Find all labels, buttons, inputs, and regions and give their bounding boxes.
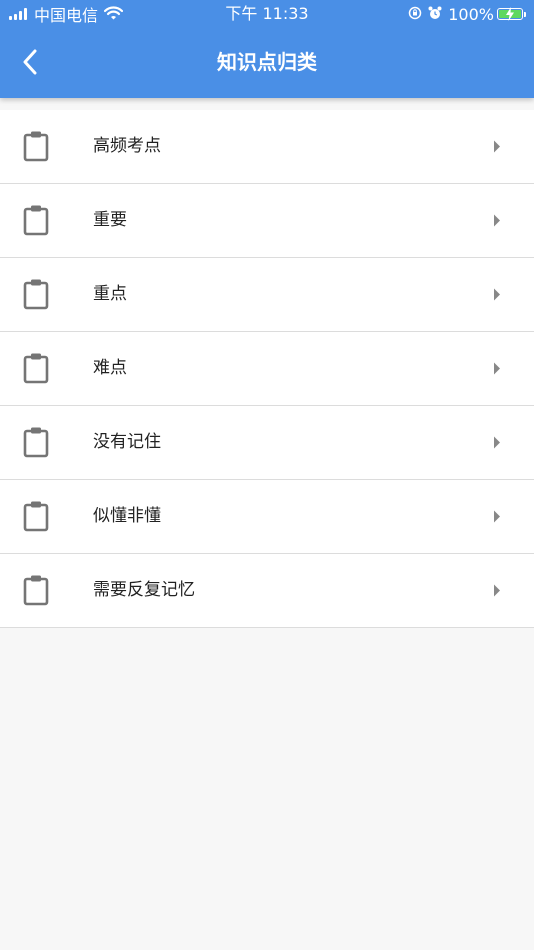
- clipboard-icon: [23, 205, 49, 236]
- list-item-7[interactable]: 需要反复记忆: [0, 554, 534, 628]
- alarm-icon: [428, 5, 442, 24]
- list-item-label: 似懂非懂: [93, 506, 161, 526]
- list-item-label: 难点: [93, 358, 127, 378]
- chevron-right-icon: [494, 214, 500, 227]
- list-item-6[interactable]: 似懂非懂: [0, 480, 534, 554]
- clipboard-icon: [23, 279, 49, 310]
- list-item-3[interactable]: 重点: [0, 258, 534, 332]
- list-item-5[interactable]: 没有记住: [0, 406, 534, 480]
- list-item-label: 没有记住: [93, 432, 161, 452]
- list-item-label: 重要: [93, 210, 127, 230]
- chevron-right-icon: [494, 288, 500, 301]
- category-list: 高频考点 重要 重点 难点 没有记住 似懂非懂 需要反复记忆: [0, 110, 534, 628]
- list-item-label: 高频考点: [93, 136, 161, 156]
- page-title: 知识点归类: [217, 50, 317, 74]
- clipboard-icon: [23, 501, 49, 532]
- rotation-lock-icon: [408, 5, 422, 24]
- battery-tip: [524, 11, 526, 17]
- clipboard-icon: [23, 575, 49, 606]
- chevron-right-icon: [494, 584, 500, 597]
- chevron-right-icon: [494, 436, 500, 449]
- nav-bar: 知识点归类: [0, 28, 534, 98]
- app-header: 中国电信 下午 11:33 100% 知识点归类: [0, 0, 534, 98]
- list-item-4[interactable]: 难点: [0, 332, 534, 406]
- list-item-1[interactable]: 高频考点: [0, 110, 534, 184]
- status-right: 100%: [408, 4, 526, 24]
- clipboard-icon: [23, 131, 49, 162]
- list-item-2[interactable]: 重要: [0, 184, 534, 258]
- list-item-label: 重点: [93, 284, 127, 304]
- clipboard-icon: [23, 427, 49, 458]
- clipboard-icon: [23, 353, 49, 384]
- list-item-label: 需要反复记忆: [93, 580, 195, 600]
- chevron-right-icon: [494, 362, 500, 375]
- battery-percent: 100%: [448, 4, 494, 24]
- status-bar: 中国电信 下午 11:33 100%: [0, 0, 534, 28]
- chevron-right-icon: [494, 510, 500, 523]
- chevron-right-icon: [494, 140, 500, 153]
- battery-icon: [497, 7, 523, 21]
